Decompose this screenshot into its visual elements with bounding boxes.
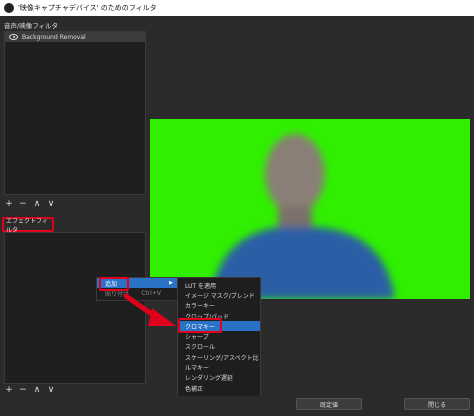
move-down-button[interactable]: ∨ (46, 199, 56, 209)
remove-filter-button[interactable]: − (18, 199, 28, 209)
effect-up-button[interactable]: ∧ (32, 385, 42, 395)
person-silhouette (210, 134, 395, 299)
remove-effect-button[interactable]: − (18, 385, 28, 395)
submenu-item-sharpen[interactable]: シャープ (178, 331, 260, 341)
eye-icon[interactable] (9, 34, 18, 40)
filter-item-label: Background Removal (22, 33, 86, 41)
chroma-key-highlight-box (178, 318, 222, 333)
effect-down-button[interactable]: ∨ (46, 385, 56, 395)
close-button[interactable]: 閉じる (404, 398, 470, 410)
submenu-item-scroll[interactable]: スクロール (178, 342, 260, 352)
filter-item-background-removal[interactable]: Background Removal (5, 32, 145, 42)
window-titlebar: '映像キャプチャデバイス' のためのフィルタ (0, 0, 474, 16)
add-effect-button[interactable]: + (4, 385, 14, 395)
audio-video-filters-label: 音声/映像フィルタ (4, 22, 59, 30)
green-screen-preview (150, 119, 470, 299)
submenu-arrow-icon: ▶ (169, 280, 173, 286)
audio-video-filter-list[interactable]: Background Removal (4, 31, 146, 195)
submenu-item-luma-key[interactable]: ルマキー (178, 362, 260, 372)
submenu-item-lut[interactable]: LUT を適用 (178, 280, 260, 290)
effect-filter-toolbar: + − ∧ ∨ (4, 384, 56, 396)
submenu-item-scaling[interactable]: スケーリング/アスペクト比 (178, 352, 260, 362)
window-title: '映像キャプチャデバイス' のためのフィルタ (18, 4, 157, 12)
submenu-item-color-key[interactable]: カラーキー (178, 301, 260, 311)
filters-panel: 音声/映像フィルタ Background Removal + − ∧ ∨ + −… (0, 16, 150, 400)
move-up-button[interactable]: ∧ (32, 199, 42, 209)
submenu-item-render-delay[interactable]: レンダリング遅延 (178, 373, 260, 383)
submenu-item-image-mask[interactable]: イメージ マスク/ブレンド (178, 290, 260, 300)
audio-video-filter-toolbar: + − ∧ ∨ (4, 198, 56, 210)
add-highlight-box (99, 277, 129, 291)
effect-filters-label-text: エフェクトフィルタ (6, 217, 48, 234)
submenu-item-color-correction[interactable]: 色補正 (178, 383, 260, 393)
add-filter-button[interactable]: + (4, 199, 14, 209)
dialog-footer: 既定値 閉じる (0, 396, 474, 416)
filter-submenu: LUT を適用 イメージ マスク/ブレンド カラーキー クロップ/パッド クロマ… (177, 277, 261, 401)
defaults-button[interactable]: 既定値 (296, 398, 362, 410)
effect-filters-label: エフェクトフィルタ (2, 217, 54, 234)
obs-logo-icon (4, 3, 14, 13)
pointer-arrow-icon (123, 293, 176, 326)
